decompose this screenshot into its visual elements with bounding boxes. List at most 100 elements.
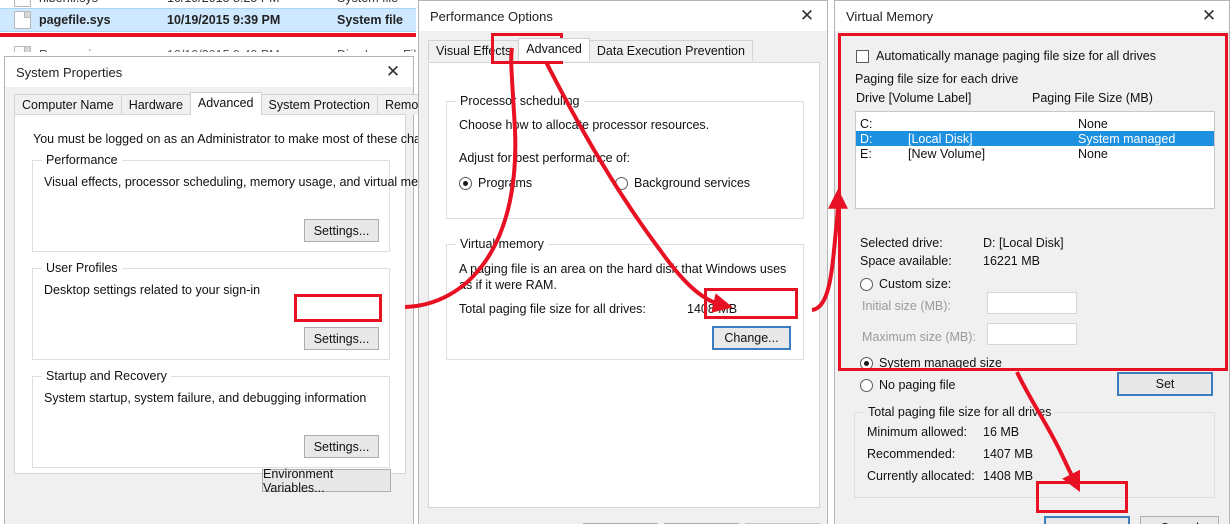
drive-letter: D:	[860, 131, 873, 146]
user-profiles-description: Desktop settings related to your sign-in	[44, 283, 261, 297]
tabstrip: Visual Effects Advanced Data Execution P…	[419, 38, 829, 61]
tabpage-advanced: You must be logged on as an Administrato…	[14, 114, 452, 474]
change-button[interactable]: Change...	[712, 326, 791, 350]
user-profiles-group-legend: User Profiles	[42, 261, 122, 275]
file-explorer-list: hiberfil.sys 10/19/2015 8:25 PM System f…	[0, 0, 416, 52]
tab-advanced[interactable]: Advanced	[189, 92, 262, 115]
tabstrip: Computer Name Hardware Advanced System P…	[5, 92, 437, 115]
environment-variables-button[interactable]: Environment Variables...	[262, 467, 391, 495]
drive-letter: E:	[860, 146, 872, 161]
radio-dot-icon	[615, 176, 628, 190]
initial-size-input[interactable]	[987, 292, 1077, 314]
drive-listview[interactable]: C: None D: [Local Disk] System managed E…	[855, 111, 1215, 209]
table-row[interactable]: E: [New Volume] None	[856, 146, 1214, 161]
tab-data-execution-prevention[interactable]: Data Execution Prevention	[588, 40, 753, 61]
tab-visual-effects[interactable]: Visual Effects	[428, 40, 520, 61]
startup-recovery-group: Startup and Recovery System startup, sys…	[32, 369, 390, 468]
auto-manage-label: Automatically manage paging file size fo…	[876, 49, 1156, 63]
tab-hardware[interactable]: Hardware	[120, 94, 191, 115]
drive-paging-size: None	[1078, 116, 1108, 131]
ok-button[interactable]: OK	[1044, 516, 1130, 524]
file-icon	[14, 11, 31, 29]
cancel-button[interactable]: Cancel	[1140, 516, 1219, 524]
processor-scheduling-description: Choose how to allocate processor resourc…	[459, 118, 710, 132]
radio-system-managed-size[interactable]: System managed size	[860, 356, 1002, 370]
tab-computer-name[interactable]: Computer Name	[14, 94, 122, 115]
column-header-paging-size: Paging File Size (MB)	[1032, 91, 1153, 105]
virtual-memory-group: Virtual memory A paging file is an area …	[446, 237, 804, 360]
radio-dot-icon	[860, 356, 873, 370]
close-icon[interactable]: ✕	[373, 57, 413, 87]
table-row[interactable]: C: None	[856, 116, 1214, 131]
tabpage-advanced: Processor scheduling Choose how to alloc…	[428, 62, 820, 508]
drive-paging-size: System managed	[1078, 131, 1176, 146]
file-date: 10/19/2015 8:25 PM	[167, 0, 337, 5]
paging-section-label: Paging file size for each drive	[855, 72, 1019, 86]
virtual-memory-dialog: Virtual Memory ✕ Automatically manage pa…	[834, 0, 1230, 524]
tab-advanced[interactable]: Advanced	[518, 38, 590, 61]
close-icon[interactable]: ✕	[787, 1, 827, 31]
recommended-value: 1407 MB	[983, 447, 1034, 461]
dialog-body: Visual Effects Advanced Data Execution P…	[419, 31, 827, 524]
checkbox-box-icon	[856, 49, 869, 63]
drive-paging-size: None	[1078, 146, 1108, 161]
tab-system-protection[interactable]: System Protection	[260, 94, 378, 115]
column-header-drive: Drive [Volume Label]	[856, 91, 972, 105]
processor-scheduling-legend: Processor scheduling	[456, 94, 584, 108]
window-title: Virtual Memory	[846, 8, 934, 24]
selected-drive-value: D: [Local Disk]	[983, 236, 1064, 250]
file-icon	[14, 46, 31, 52]
screenshot-root: hiberfil.sys 10/19/2015 8:25 PM System f…	[0, 0, 1230, 524]
radio-programs[interactable]: Programs	[459, 176, 532, 190]
totals-legend: Total paging file size for all drives	[864, 405, 1056, 419]
performance-description: Visual effects, processor scheduling, me…	[44, 175, 446, 189]
performance-group: Performance Visual effects, processor sc…	[32, 153, 446, 252]
currently-allocated-value: 1408 MB	[983, 469, 1034, 483]
drive-letter: C:	[860, 116, 873, 131]
auto-manage-checkbox[interactable]: Automatically manage paging file size fo…	[856, 49, 1156, 63]
totals-group: Total paging file size for all drives Mi…	[854, 405, 1215, 498]
currently-allocated-label: Currently allocated:	[867, 469, 975, 483]
minimum-allowed-value: 16 MB	[983, 425, 1020, 439]
file-date: 10/19/2015 9:40 PM	[167, 48, 337, 52]
radio-programs-label: Programs	[478, 176, 533, 190]
drive-volume-label: [Local Disk]	[908, 131, 973, 146]
file-name: pagefile.sys	[39, 13, 111, 27]
titlebar: Virtual Memory ✕	[835, 1, 1229, 31]
radio-custom-size-label: Custom size:	[879, 277, 952, 291]
maximum-size-input[interactable]	[987, 323, 1077, 345]
set-button[interactable]: Set	[1117, 372, 1213, 396]
titlebar: Performance Options ✕	[419, 1, 827, 31]
file-date: 10/19/2015 9:39 PM	[167, 13, 281, 27]
virtual-memory-legend: Virtual memory	[456, 237, 548, 251]
startup-recovery-settings-button[interactable]: Settings...	[304, 435, 379, 458]
radio-no-paging-file[interactable]: No paging file	[860, 378, 955, 392]
admin-notice: You must be logged on as an Administrato…	[33, 132, 452, 146]
adjust-best-performance-label: Adjust for best performance of:	[459, 151, 630, 165]
startup-recovery-group-legend: Startup and Recovery	[42, 369, 171, 383]
titlebar: System Properties ✕	[5, 57, 413, 87]
processor-scheduling-group: Processor scheduling Choose how to alloc…	[446, 94, 804, 219]
file-type: Disc Image File	[337, 48, 416, 52]
radio-system-managed-size-label: System managed size	[879, 356, 1002, 370]
performance-settings-button[interactable]: Settings...	[304, 219, 379, 242]
radio-custom-size[interactable]: Custom size:	[860, 277, 951, 291]
window-title: Performance Options	[430, 8, 553, 24]
file-name: Recover.img	[39, 48, 167, 52]
file-icon	[14, 0, 31, 7]
user-profiles-group: User Profiles Desktop settings related t…	[32, 261, 390, 360]
dialog-body: Automatically manage paging file size fo…	[835, 31, 1229, 524]
list-item-selected[interactable]: pagefile.sys 10/19/2015 9:39 PM System f…	[0, 8, 416, 32]
file-name: hiberfil.sys	[39, 0, 167, 5]
drive-volume-label: [New Volume]	[908, 146, 986, 161]
radio-background-services-label: Background services	[634, 176, 751, 190]
list-item[interactable]: Recover.img 10/19/2015 9:40 PM Disc Imag…	[0, 44, 416, 52]
user-profiles-settings-button[interactable]: Settings...	[304, 327, 379, 350]
radio-background-services[interactable]: Background services	[615, 176, 750, 190]
minimum-allowed-label: Minimum allowed:	[867, 425, 968, 439]
startup-recovery-description: System startup, system failure, and debu…	[44, 391, 367, 405]
close-icon[interactable]: ✕	[1189, 1, 1229, 31]
file-type: System file	[337, 0, 416, 5]
virtual-memory-description: A paging file is an area on the hard dis…	[459, 262, 787, 292]
table-row-selected[interactable]: D: [Local Disk] System managed	[856, 131, 1214, 146]
